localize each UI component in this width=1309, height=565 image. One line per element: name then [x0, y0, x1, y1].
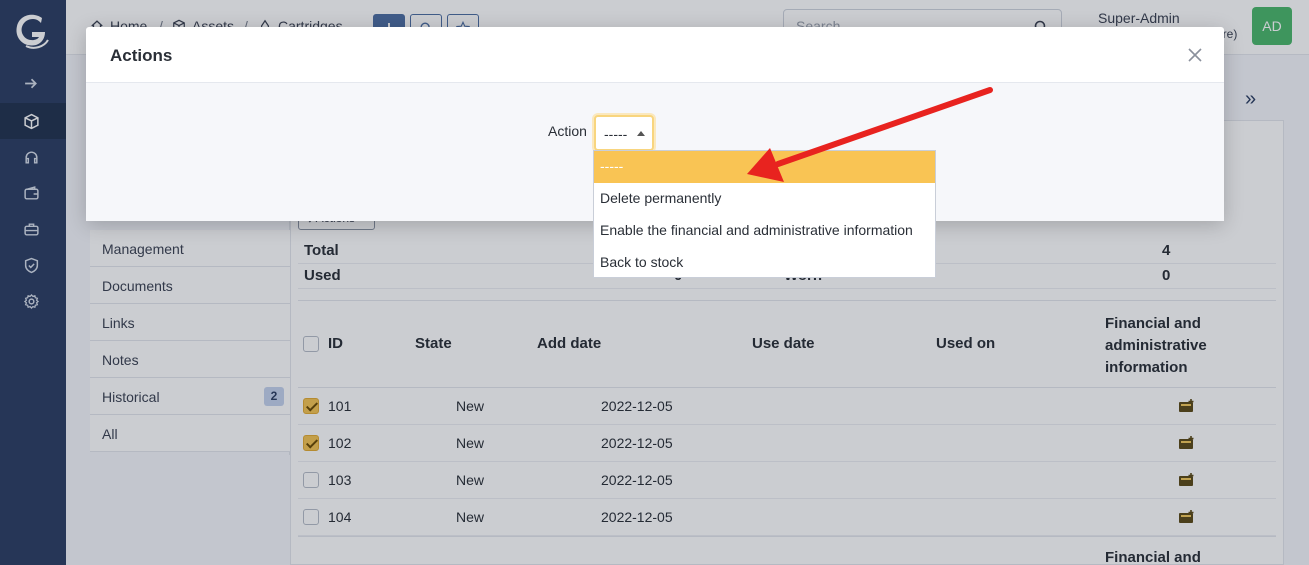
action-select[interactable]: ----- — [594, 115, 654, 151]
option-none[interactable]: ----- — [594, 151, 935, 183]
action-label: Action — [548, 123, 587, 139]
option-back-to-stock[interactable]: Back to stock — [594, 247, 935, 279]
option-delete-permanently[interactable]: Delete permanently — [594, 183, 935, 215]
modal-header: Actions — [86, 27, 1224, 83]
option-enable-financial[interactable]: Enable the financial and administrative … — [594, 215, 935, 247]
close-icon[interactable] — [1186, 46, 1204, 64]
modal-title: Actions — [110, 46, 173, 65]
caret-up-icon — [637, 131, 645, 136]
action-select-value: ----- — [604, 126, 628, 142]
action-dropdown-list: ----- Delete permanently Enable the fina… — [593, 150, 936, 278]
